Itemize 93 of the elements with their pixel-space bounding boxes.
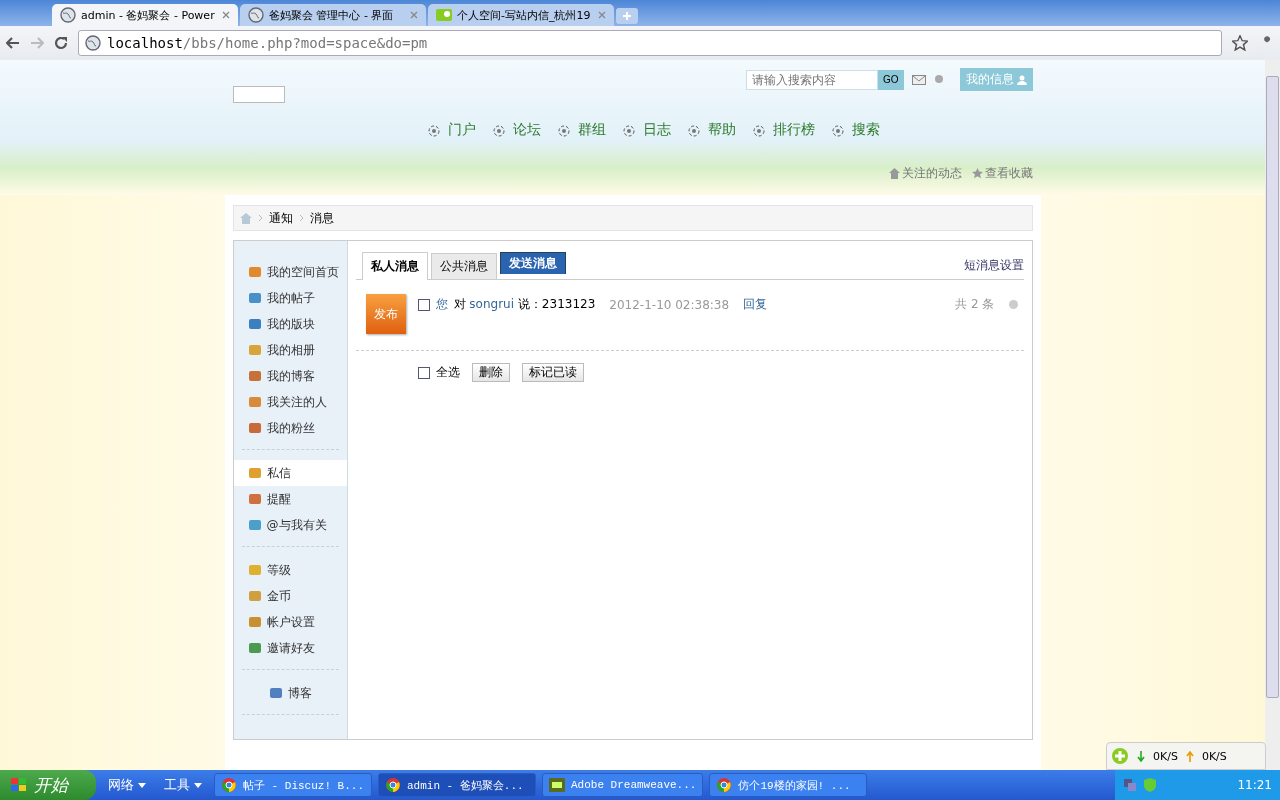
- star-icon[interactable]: [1232, 35, 1248, 51]
- download-speed: 0K/S: [1153, 749, 1178, 763]
- plus-icon[interactable]: [1111, 747, 1129, 765]
- sidebar-item[interactable]: 金币: [233, 583, 347, 609]
- sidebar-item[interactable]: 我的相册: [233, 337, 347, 363]
- taskbar-button[interactable]: admin - 爸妈聚会...: [378, 773, 536, 797]
- breadcrumb-link[interactable]: 消息: [309, 209, 334, 227]
- envelope-icon[interactable]: [911, 74, 926, 85]
- star-icon: [971, 168, 983, 179]
- checkbox[interactable]: [417, 298, 430, 311]
- browser-tab[interactable]: admin - 爸妈聚会 - Power: [52, 4, 238, 26]
- nav-link[interactable]: 群组: [555, 121, 606, 139]
- sidebar-item[interactable]: 我的帖子: [233, 285, 347, 311]
- globe-icon: [85, 35, 101, 51]
- sidebar-item[interactable]: 我的版块: [233, 311, 347, 337]
- avatar-image: 发布: [365, 294, 406, 334]
- network-icon[interactable]: [1123, 778, 1137, 792]
- message-tab[interactable]: 公共消息: [430, 253, 497, 279]
- sidebar-item[interactable]: 我关注的人: [233, 389, 347, 415]
- close-icon[interactable]: [598, 11, 606, 19]
- taskbar-button[interactable]: Adobe Dreamweave...: [542, 773, 704, 797]
- scrollbar[interactable]: [1265, 60, 1280, 770]
- forward-icon[interactable]: [30, 37, 44, 49]
- toolbar-menu[interactable]: 网络: [102, 775, 152, 795]
- go-button[interactable]: GO: [877, 69, 904, 90]
- caret-icon: [194, 782, 202, 788]
- windows-logo-icon: [10, 777, 28, 793]
- back-icon[interactable]: [6, 37, 20, 49]
- select-all-label[interactable]: 全选: [435, 364, 460, 381]
- nav-link[interactable]: 搜索: [829, 121, 880, 139]
- caret-icon: [138, 782, 146, 788]
- reply-link[interactable]: 回复: [743, 296, 768, 313]
- close-icon[interactable]: [410, 11, 418, 19]
- shield-icon[interactable]: [1143, 778, 1157, 792]
- chevron-icon: [298, 214, 304, 222]
- message-time: 2012-1-10 02:38:38: [609, 297, 730, 312]
- plus-icon: [622, 11, 632, 21]
- header-link[interactable]: 关注的动态: [888, 165, 962, 182]
- globe-icon: [248, 7, 264, 23]
- sender-name[interactable]: 您: [435, 296, 448, 313]
- select-all-checkbox[interactable]: [417, 366, 430, 379]
- sidebar-item[interactable]: 博客: [233, 680, 347, 706]
- sidebar-item[interactable]: @与我有关: [233, 512, 347, 538]
- address-bar[interactable]: localhost/bbs/home.php?mod=space&do=pm: [78, 30, 1222, 56]
- sidebar-item[interactable]: 我的粉丝: [233, 415, 347, 441]
- start-button[interactable]: 开始: [0, 770, 96, 800]
- message-count: 共 2 条: [955, 296, 995, 313]
- nav-link[interactable]: 排行榜: [750, 121, 815, 139]
- up-arrow-icon: [1185, 750, 1194, 762]
- message-text: 对 songrui 说：2313123: [453, 296, 596, 313]
- app-icon: [549, 778, 565, 792]
- action-button[interactable]: 删除: [471, 363, 510, 382]
- taskbar-button[interactable]: 帖子 - Discuz! B...: [214, 773, 372, 797]
- breadcrumb-link[interactable]: 通知: [268, 209, 293, 227]
- chrome-icon: [221, 777, 237, 793]
- sidebar-item[interactable]: 我的空间首页: [233, 259, 347, 285]
- logo-icon: [436, 9, 452, 21]
- down-arrow-icon: [1137, 750, 1145, 762]
- chrome-icon: [716, 777, 733, 793]
- send-message-button[interactable]: 发送消息: [499, 252, 566, 274]
- bulb-icon[interactable]: [933, 74, 944, 85]
- clock: 11:21: [1237, 778, 1272, 792]
- chevron-icon: [257, 214, 263, 222]
- sidebar-item[interactable]: 邀请好友: [233, 635, 347, 661]
- upload-speed: 0K/S: [1201, 749, 1227, 763]
- toolbar-menu[interactable]: 工具: [158, 775, 208, 795]
- nav-link[interactable]: 日志: [620, 121, 671, 139]
- sidebar-item[interactable]: 提醒: [233, 486, 347, 512]
- user-icon: [1016, 74, 1027, 85]
- taskbar-button[interactable]: 仿个19楼的家园! ...: [709, 773, 868, 797]
- chrome-icon: [385, 777, 401, 793]
- nav-link[interactable]: 帮助: [685, 121, 736, 139]
- settings-link[interactable]: 短消息设置: [963, 256, 1024, 274]
- header-link[interactable]: 查看收藏: [971, 165, 1033, 182]
- browser-tab[interactable]: 爸妈聚会 管理中心 - 界面: [240, 4, 426, 26]
- browser-tab[interactable]: 个人空间-写站内信_杭州19: [428, 4, 614, 26]
- reload-icon[interactable]: [54, 36, 68, 50]
- new-tab-button[interactable]: [616, 8, 638, 24]
- globe-icon: [60, 7, 76, 23]
- action-button[interactable]: 标记已读: [521, 363, 584, 382]
- expand-icon[interactable]: [1008, 300, 1018, 309]
- sidebar-item[interactable]: 私信: [233, 460, 347, 486]
- sidebar-item[interactable]: 我的博客: [233, 363, 347, 389]
- home-icon: [888, 168, 900, 179]
- close-icon[interactable]: [222, 11, 230, 19]
- nav-link[interactable]: 论坛: [490, 121, 541, 139]
- search-field[interactable]: 请输入搜索内容: [745, 69, 878, 90]
- home-icon[interactable]: [239, 212, 252, 224]
- logo-placeholder: [232, 86, 285, 103]
- nav-link[interactable]: 门户: [425, 121, 476, 139]
- sidebar-item[interactable]: 等级: [233, 557, 347, 583]
- sidebar-item[interactable]: 帐户设置: [233, 609, 347, 635]
- message-tab[interactable]: 私人消息: [361, 252, 428, 280]
